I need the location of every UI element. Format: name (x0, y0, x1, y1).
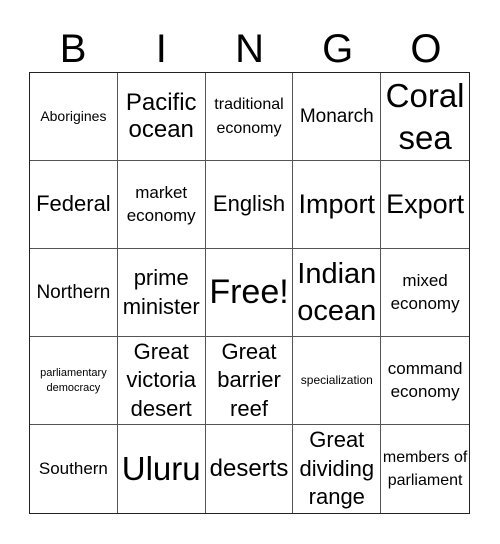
bingo-cell[interactable]: specialization (293, 337, 382, 425)
bingo-cell[interactable]: prime minister (117, 249, 206, 337)
bingo-cell[interactable]: Uluru (118, 425, 206, 513)
free-space-cell[interactable]: Free! (205, 249, 294, 337)
bingo-cell[interactable]: Pacific ocean (117, 73, 206, 161)
bingo-cell[interactable]: parliamentary democracy (30, 337, 118, 425)
bingo-cell[interactable]: Aborigines (30, 73, 118, 161)
bingo-cell[interactable]: Federal (30, 161, 118, 249)
bingo-cell[interactable]: members of parliament (381, 425, 469, 513)
bingo-cell[interactable]: command economy (381, 337, 469, 425)
bingo-cell[interactable]: deserts (206, 425, 294, 513)
bingo-cell[interactable]: Great dividing range (293, 425, 382, 513)
header-letter-i: I (155, 27, 167, 71)
bingo-cell[interactable]: traditional economy (205, 73, 294, 161)
bingo-cell[interactable]: Monarch (293, 73, 382, 161)
bingo-cell[interactable]: Southern (30, 425, 118, 513)
bingo-cell[interactable]: English (205, 161, 294, 249)
header-letter-g: G (322, 27, 354, 71)
bingo-cell[interactable]: mixed economy (381, 249, 469, 337)
bingo-cell[interactable]: Export (381, 161, 469, 249)
bingo-cell[interactable]: Indian ocean (293, 249, 382, 337)
header-letter-o: O (410, 27, 442, 71)
bingo-cell[interactable]: Northern (30, 249, 118, 337)
bingo-board: Aborigines Pacific ocean traditional eco… (29, 72, 470, 514)
bingo-cell[interactable]: market economy (117, 161, 206, 249)
bingo-cell[interactable]: Great barrier reef (205, 337, 294, 425)
bingo-header: B I N G O (29, 26, 470, 72)
bingo-cell[interactable]: Import (293, 161, 382, 249)
header-letter-b: B (59, 27, 87, 71)
header-letter-n: N (235, 27, 264, 71)
bingo-cell[interactable]: Great victoria desert (117, 337, 206, 425)
bingo-cell[interactable]: Coral sea (381, 73, 469, 161)
